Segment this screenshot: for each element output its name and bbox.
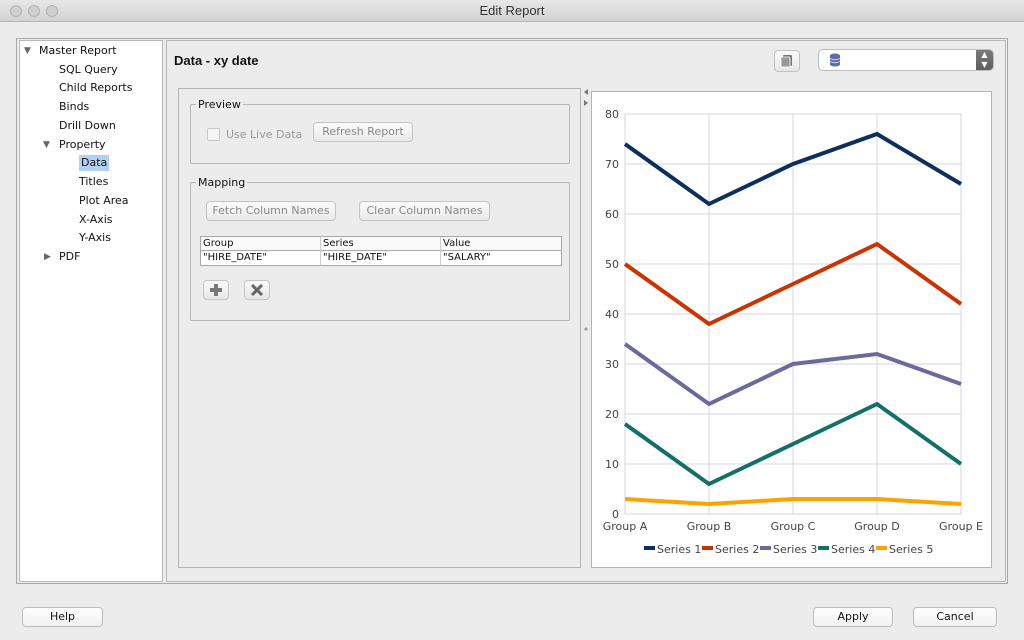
help-button[interactable]: Help — [22, 607, 103, 627]
clear-column-names-button[interactable]: Clear Column Names — [359, 201, 490, 221]
copy-button[interactable] — [774, 50, 800, 72]
mapping-table: Group Series Value "HIRE_DATE" "HIRE_DAT… — [200, 236, 562, 266]
x-tick-label: Group A — [603, 520, 648, 533]
tree-item-pdf[interactable]: PDF — [59, 249, 80, 265]
legend-swatch — [644, 546, 655, 550]
page-title: Data - xy date — [174, 53, 259, 68]
tree-item-data[interactable]: Data — [79, 155, 110, 171]
refresh-report-button[interactable]: Refresh Report — [313, 122, 413, 142]
tree-item-master-report[interactable]: Master Report — [39, 43, 117, 59]
tree-item-y-axis[interactable]: Y-Axis — [79, 230, 111, 246]
y-tick-label: 20 — [605, 408, 619, 421]
connection-select[interactable]: ▲ ▼ — [818, 49, 994, 71]
y-tick-label: 70 — [605, 158, 619, 171]
y-tick-label: 50 — [605, 258, 619, 271]
add-row-button[interactable] — [203, 280, 229, 300]
column-header-group[interactable]: Group — [201, 237, 321, 251]
split-divider[interactable] — [582, 88, 590, 568]
report-tree: ▼ Master Report SQL Query Child Reports … — [19, 40, 163, 582]
tree-item-child-reports[interactable]: Child Reports — [59, 80, 132, 96]
x-tick-label: Group E — [939, 520, 983, 533]
legend-label: Series 3 — [773, 543, 817, 556]
x-tick-label: Group C — [771, 520, 816, 533]
y-tick-label: 30 — [605, 358, 619, 371]
tree-item-titles[interactable]: Titles — [79, 174, 108, 190]
close-window-button[interactable] — [10, 5, 22, 17]
legend-swatch — [876, 546, 887, 550]
y-tick-label: 80 — [605, 108, 619, 121]
window-titlebar: Edit Report — [0, 0, 1024, 22]
x-tick-label: Group D — [854, 520, 899, 533]
database-icon — [829, 53, 841, 67]
use-live-data-label: Use Live Data — [226, 128, 303, 141]
legend-label: Series 5 — [889, 543, 933, 556]
expand-triangle-icon[interactable]: ▼ — [24, 43, 31, 59]
collapse-right-icon — [584, 100, 588, 106]
legend-label: Series 4 — [831, 543, 875, 556]
tree-item-x-axis[interactable]: X-Axis — [79, 212, 113, 228]
minimize-window-button[interactable] — [28, 5, 40, 17]
cell-value[interactable]: "SALARY" — [441, 251, 561, 265]
x-tick-label: Group B — [687, 520, 732, 533]
tree-item-property[interactable]: Property — [59, 137, 106, 153]
y-tick-label: 40 — [605, 308, 619, 321]
collapse-left-icon — [584, 89, 588, 95]
legend-swatch — [760, 546, 771, 550]
tree-item-sql-query[interactable]: SQL Query — [59, 62, 118, 78]
cancel-button[interactable]: Cancel — [913, 607, 997, 627]
chart-preview: 0 10 20 30 40 50 60 70 80 Group A Group B Group CG… — [591, 91, 992, 568]
remove-row-button[interactable] — [244, 280, 270, 300]
y-tick-label: 10 — [605, 458, 619, 471]
zoom-window-button[interactable] — [46, 5, 58, 17]
y-tick-label: 60 — [605, 208, 619, 221]
close-icon — [250, 283, 264, 297]
legend-label: Series 2 — [715, 543, 759, 556]
line-chart: 01020304050607080 Group A Group B Group CG… — [603, 108, 983, 556]
mapping-legend: Mapping — [196, 176, 248, 189]
table-row[interactable]: "HIRE_DATE" "HIRE_DATE" "SALARY" — [201, 251, 561, 265]
legend-label: Series 1 — [657, 543, 701, 556]
window-title: Edit Report — [479, 3, 545, 18]
legend-swatch — [702, 546, 713, 550]
legend-swatch — [818, 546, 829, 550]
collapse-triangle-icon[interactable]: ▶ — [44, 249, 51, 265]
cell-group[interactable]: "HIRE_DATE" — [201, 251, 321, 265]
tree-item-binds[interactable]: Binds — [59, 99, 89, 115]
copy-icon — [780, 55, 792, 68]
use-live-data-checkbox[interactable] — [207, 128, 220, 141]
plus-icon — [210, 284, 222, 296]
preview-legend: Preview — [196, 98, 243, 111]
tree-item-drill-down[interactable]: Drill Down — [59, 118, 116, 134]
table-header: Group Series Value — [201, 237, 561, 251]
chevron-up-down-icon[interactable]: ▲ ▼ — [976, 50, 993, 70]
drag-handle-icon — [584, 327, 588, 331]
fetch-column-names-button[interactable]: Fetch Column Names — [206, 201, 336, 221]
column-header-value[interactable]: Value — [441, 237, 561, 251]
expand-triangle-icon[interactable]: ▼ — [43, 137, 50, 153]
cell-series[interactable]: "HIRE_DATE" — [321, 251, 441, 265]
tree-item-plot-area[interactable]: Plot Area — [79, 193, 129, 209]
apply-button[interactable]: Apply — [813, 607, 893, 627]
column-header-series[interactable]: Series — [321, 237, 441, 251]
